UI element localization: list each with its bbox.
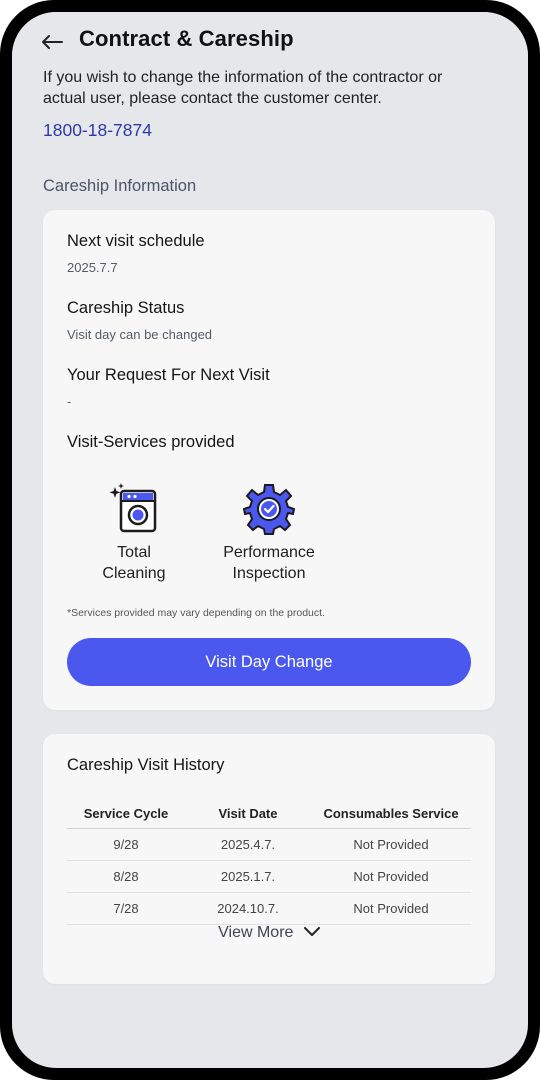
cell-service-cycle: 9/28 — [67, 828, 185, 861]
column-header-service-cycle: Service Cycle — [67, 798, 185, 829]
service-performance-inspection: Performance Inspection — [204, 482, 334, 584]
cell-service-cycle: 7/28 — [67, 892, 185, 925]
careship-status-label: Careship Status — [67, 299, 185, 317]
next-visit-value: 2025.7.7 — [67, 260, 118, 275]
cell-service-cycle: 8/28 — [67, 860, 185, 893]
arrow-left-icon — [42, 35, 63, 49]
services-footnote: *Services provided may vary depending on… — [67, 607, 325, 619]
service-total-cleaning-line2: Cleaning — [102, 565, 166, 582]
customer-center-phone-link[interactable]: 1800-18-7874 — [43, 120, 152, 141]
column-header-visit-date: Visit Date — [185, 798, 311, 829]
cell-consumables-service: Not Provided — [311, 828, 471, 861]
table-row: 8/28 2025.1.7. Not Provided — [67, 860, 471, 893]
next-visit-label: Next visit schedule — [67, 232, 205, 250]
cell-visit-date: 2025.4.7. — [185, 828, 311, 861]
table-row: 7/28 2024.10.7. Not Provided — [67, 892, 471, 925]
app-screen: Contract & Careship If you wish to chang… — [12, 12, 528, 1068]
service-total-cleaning: Total Cleaning — [69, 482, 199, 584]
service-performance-inspection-line1: Performance — [223, 544, 315, 561]
contact-notice: If you wish to change the information of… — [43, 69, 443, 107]
service-performance-inspection-line2: Inspection — [232, 565, 306, 582]
gear-check-icon — [242, 484, 296, 535]
service-total-cleaning-line1: Total — [117, 544, 151, 561]
table-header-row: Service Cycle Visit Date Consumables Ser… — [67, 798, 471, 829]
visit-history-table: Service Cycle Visit Date Consumables Ser… — [67, 798, 471, 925]
view-more-label: View More — [218, 924, 294, 942]
visit-history-title: Careship Visit History — [67, 756, 225, 774]
app-header: Contract & Careship — [12, 12, 528, 68]
visit-day-change-button[interactable]: Visit Day Change — [67, 638, 471, 686]
section-title-careship-info: Careship Information — [43, 177, 197, 195]
column-header-consumables-service: Consumables Service — [311, 798, 471, 829]
next-visit-request-value: - — [67, 394, 72, 409]
table-row: 9/28 2025.4.7. Not Provided — [67, 828, 471, 861]
next-visit-request-label: Your Request For Next Visit — [67, 366, 270, 384]
careship-status-value: Visit day can be changed — [67, 327, 213, 342]
device-frame: Contract & Careship If you wish to chang… — [0, 0, 540, 1080]
visit-services-label: Visit-Services provided — [67, 433, 235, 451]
careship-info-card: Next visit schedule 2025.7.7 Careship St… — [43, 210, 495, 710]
view-more-button[interactable]: View More — [43, 924, 495, 942]
washing-machine-sparkle-icon — [109, 483, 157, 533]
cell-consumables-service: Not Provided — [311, 860, 471, 893]
chevron-down-icon — [303, 924, 320, 942]
cell-visit-date: 2024.10.7. — [185, 892, 311, 925]
back-button[interactable] — [38, 28, 66, 56]
visit-history-card: Careship Visit History Service Cycle Vis… — [43, 734, 495, 984]
cell-visit-date: 2025.1.7. — [185, 860, 311, 893]
page-title: Contract & Careship — [79, 26, 294, 51]
cell-consumables-service: Not Provided — [311, 892, 471, 925]
